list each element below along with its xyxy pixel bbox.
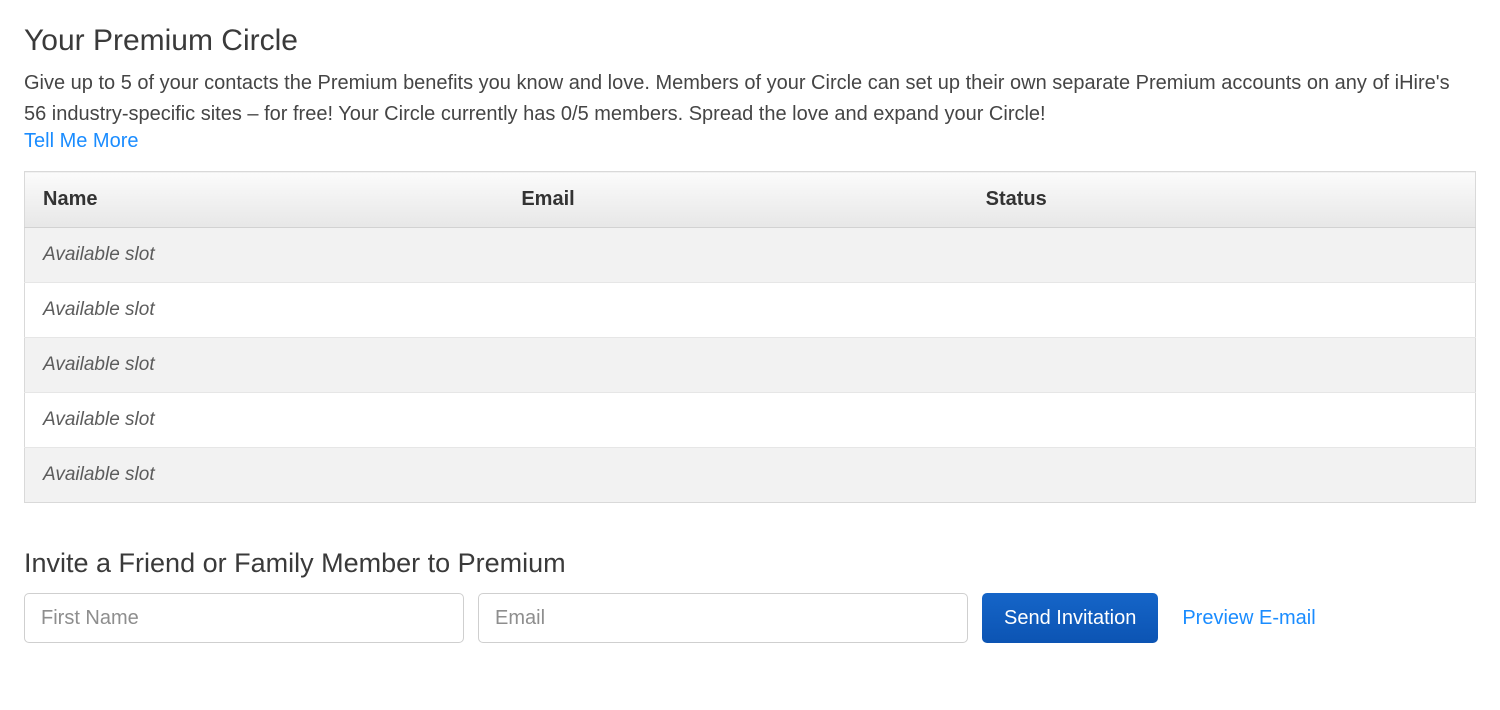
table-row: Available slot — [25, 393, 1476, 448]
col-header-email: Email — [503, 172, 967, 228]
col-header-name: Name — [25, 172, 504, 228]
table-row: Available slot — [25, 228, 1476, 283]
cell-status — [968, 228, 1476, 283]
circle-table: Name Email Status Available slot Availab… — [24, 171, 1476, 503]
table-row: Available slot — [25, 338, 1476, 393]
cell-name: Available slot — [25, 228, 504, 283]
col-header-status: Status — [968, 172, 1476, 228]
cell-status — [968, 393, 1476, 448]
tell-me-more-link[interactable]: Tell Me More — [24, 130, 138, 153]
page-description: Give up to 5 of your contacts the Premiu… — [24, 68, 1464, 130]
cell-status — [968, 338, 1476, 393]
invite-heading: Invite a Friend or Family Member to Prem… — [24, 548, 1476, 579]
cell-email — [503, 283, 967, 338]
page-title: Your Premium Circle — [24, 24, 1476, 58]
cell-status — [968, 283, 1476, 338]
preview-email-link[interactable]: Preview E-mail — [1182, 607, 1315, 630]
cell-name: Available slot — [25, 448, 504, 503]
cell-name: Available slot — [25, 393, 504, 448]
cell-email — [503, 448, 967, 503]
cell-email — [503, 228, 967, 283]
first-name-input[interactable] — [24, 593, 464, 643]
cell-status — [968, 448, 1476, 503]
description-text: Give up to 5 of your contacts the Premiu… — [24, 72, 1450, 125]
cell-name: Available slot — [25, 338, 504, 393]
cell-email — [503, 393, 967, 448]
send-invitation-button[interactable]: Send Invitation — [982, 593, 1158, 643]
table-row: Available slot — [25, 448, 1476, 503]
cell-email — [503, 338, 967, 393]
invite-form: Send Invitation Preview E-mail — [24, 593, 1476, 643]
email-input[interactable] — [478, 593, 968, 643]
cell-name: Available slot — [25, 283, 504, 338]
table-row: Available slot — [25, 283, 1476, 338]
